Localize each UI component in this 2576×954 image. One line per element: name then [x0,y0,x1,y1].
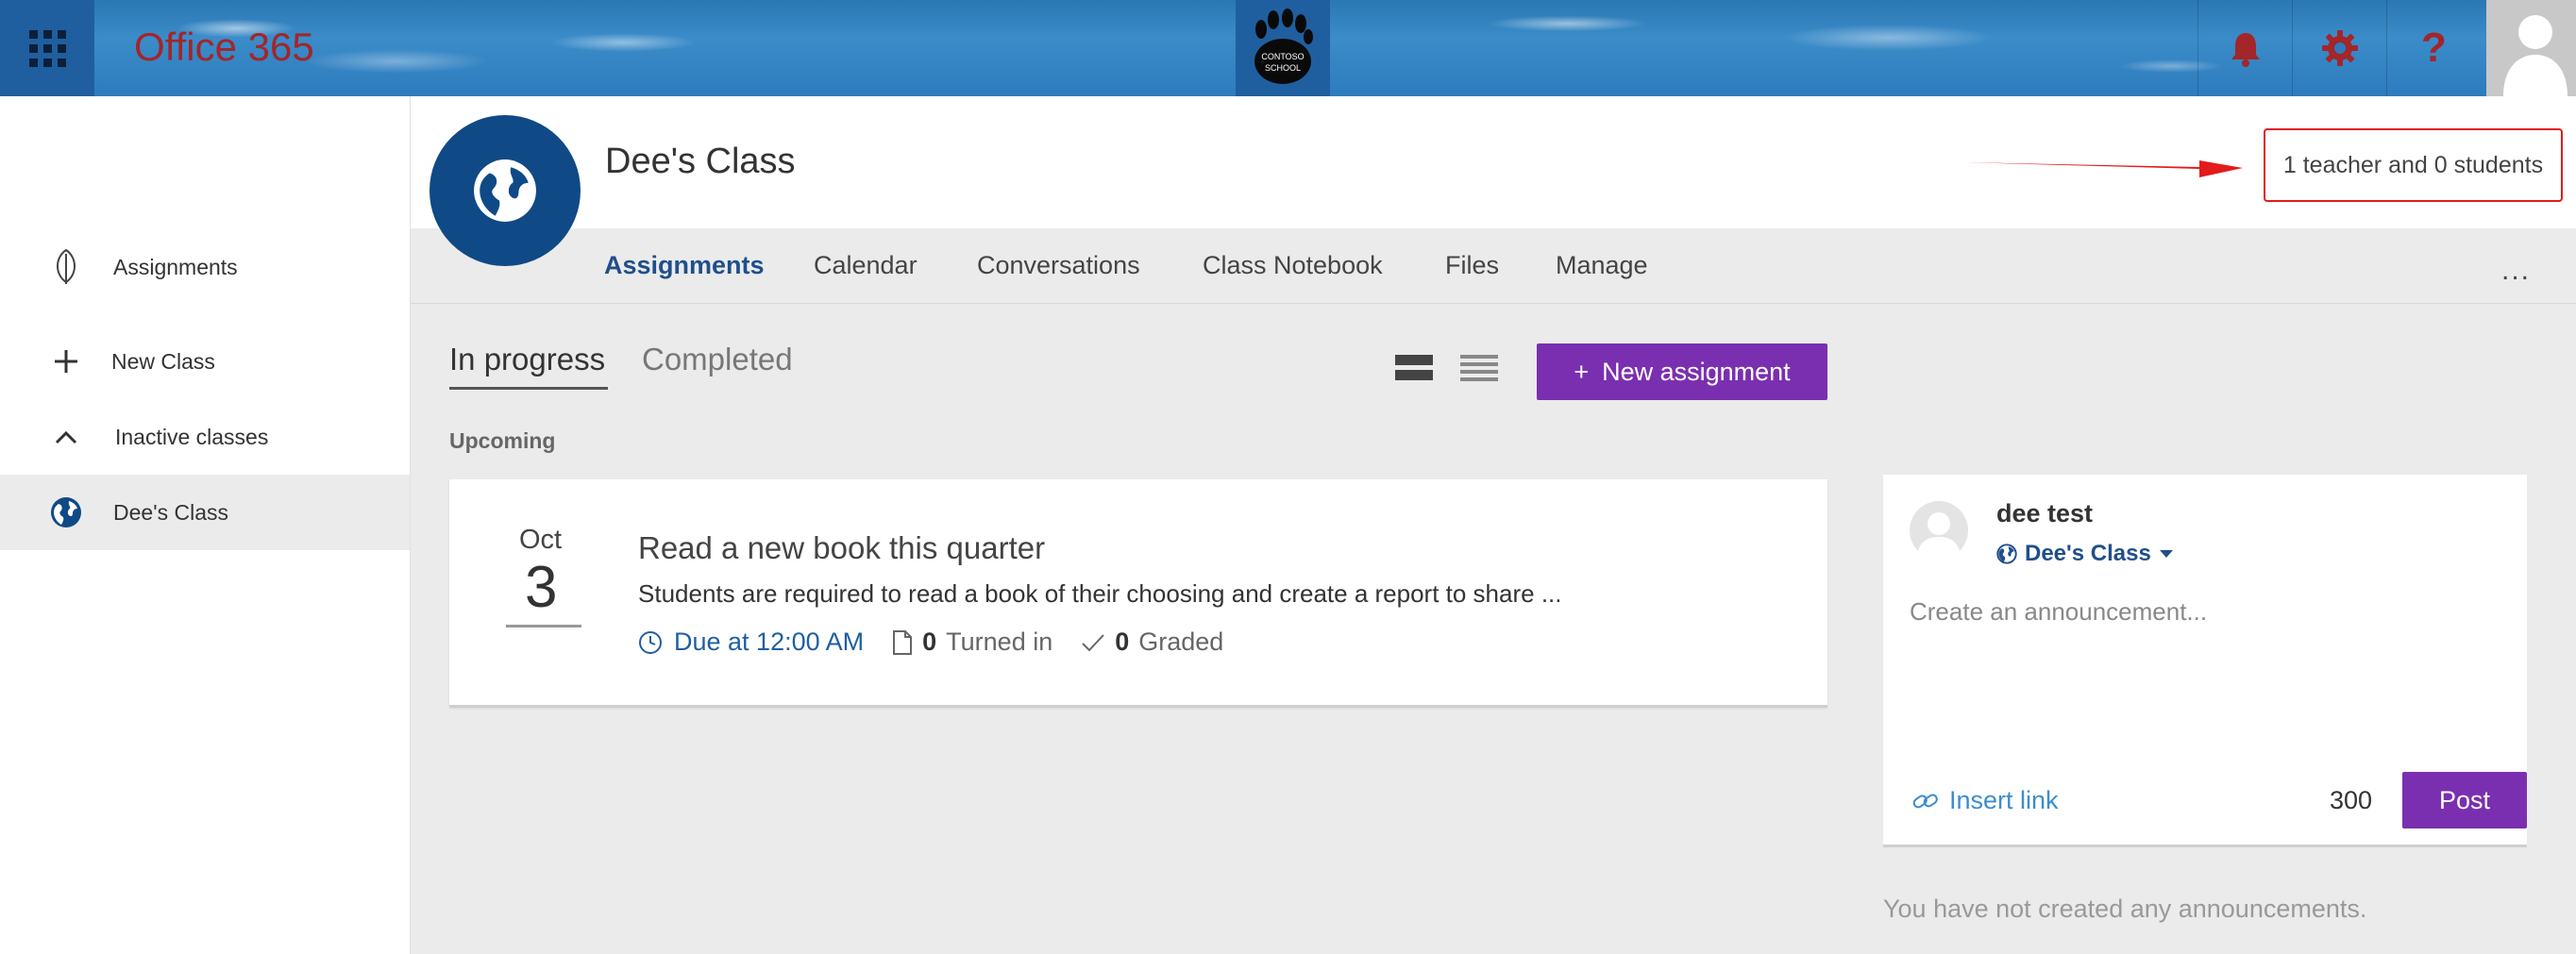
sidebar-item-inactive-classes[interactable]: Inactive classes [0,399,410,475]
leaf-icon [47,248,85,286]
assignment-meta: Due at 12:00 AM 0 Turned in 0 Graded [638,628,1252,657]
graded-count: 0 Graded [1081,628,1223,657]
tab-class-notebook[interactable]: Class Notebook [1203,251,1383,280]
chevron-up-icon [47,418,85,456]
subtab-underline [449,387,608,390]
user-name: dee test [1996,499,2094,527]
notifications-button[interactable] [2197,0,2292,96]
waffle-icon [28,29,66,67]
list-view-icon [1460,355,1498,381]
globe-icon [1996,544,2017,564]
subtab-in-progress[interactable]: In progress [449,342,605,377]
question-icon: ? [2421,25,2447,71]
turned-in-number: 0 [922,628,937,656]
checkmark-icon [1082,633,1104,651]
sidebar-item-label: Assignments [113,254,238,279]
link-icon [1912,793,1938,808]
caret-down-icon [2159,550,2173,558]
settings-button[interactable] [2292,0,2386,96]
assignment-title[interactable]: Read a new book this quarter [638,530,1045,566]
document-icon [893,629,913,655]
sidebar-item-label: Inactive classes [115,424,269,449]
new-assignment-button[interactable]: + New assignment [1537,343,1827,400]
insert-link-label: Insert link [1949,786,2059,814]
globe-icon [474,159,536,222]
globe-icon [47,494,85,531]
avatar [1910,501,1968,560]
due-time: Due at 12:00 AM [638,628,864,657]
graded-number: 0 [1115,628,1130,656]
announcement-input[interactable] [1910,597,2495,758]
date-underline [506,625,581,628]
list-view-button[interactable] [1458,351,1500,385]
sidebar-item-dees-class[interactable]: Dee's Class [0,475,410,550]
app-title[interactable]: Office 365 [134,25,314,70]
sidebar: Assignments New Class Inactive classes D… [0,96,411,954]
class-avatar [429,115,581,266]
user-icon [2503,15,2568,96]
assignment-card[interactable]: Oct 3 Read a new book this quarter Stude… [449,479,1827,708]
sidebar-item-assignments[interactable]: Assignments [0,229,410,305]
plus-icon: + [1574,357,1590,386]
card-view-button[interactable] [1393,351,1435,385]
assignment-description: Students are required to read a book of … [638,579,1562,608]
class-title: Dee's Class [605,142,796,181]
tab-calendar[interactable]: Calendar [814,251,918,280]
gear-icon [2321,30,2358,66]
class-selector[interactable]: Dee's Class [1996,541,2174,567]
logo-text-1: CONTOSO [1261,52,1304,61]
profile-avatar[interactable] [2486,0,2576,96]
post-button[interactable]: Post [2402,772,2527,828]
character-count: 300 [2330,786,2373,814]
subtab-completed[interactable]: Completed [642,342,793,377]
class-selector-label: Dee's Class [2025,541,2151,566]
card-view-icon [1395,355,1433,380]
annotation-arrow [1963,160,2243,177]
new-assignment-label: New assignment [1602,357,1791,386]
app-launcher-button[interactable] [0,0,94,96]
turned-in-label: Turned in [946,628,1053,656]
sidebar-item-new-class[interactable]: New Class [0,324,410,399]
turned-in-count: 0 Turned in [892,628,1052,657]
logo-text-2: SCHOOL [1265,63,1301,73]
sidebar-item-label: New Class [111,348,215,374]
clock-icon [639,630,662,654]
member-count[interactable]: 1 teacher and 0 students [2264,128,2563,202]
due-label: Due at 12:00 AM [674,628,865,656]
user-icon [1917,512,1961,560]
tab-conversations[interactable]: Conversations [977,251,1140,280]
bell-icon [2231,33,2260,67]
plus-icon [47,343,85,380]
tab-manage[interactable]: Manage [1556,251,1648,280]
paw-logo-icon: CONTOSO SCHOOL [1254,8,1313,84]
tab-files[interactable]: Files [1445,251,1499,280]
due-day: 3 [525,555,558,620]
sidebar-item-label: Dee's Class [113,499,228,525]
tab-assignments[interactable]: Assignments [604,251,765,280]
graded-label: Graded [1138,628,1224,656]
section-upcoming: Upcoming [449,428,556,453]
more-options-button[interactable]: ... [2501,255,2531,287]
insert-link-button[interactable]: Insert link [1911,786,2059,815]
help-button[interactable]: ? [2386,0,2481,96]
school-logo: CONTOSO SCHOOL [1236,0,1330,96]
no-announcements-message: You have not created any announcements. [1883,895,2367,923]
due-month: Oct [519,525,563,555]
announcement-panel: dee test Dee's Class Insert link 300 Pos… [1883,475,2527,847]
